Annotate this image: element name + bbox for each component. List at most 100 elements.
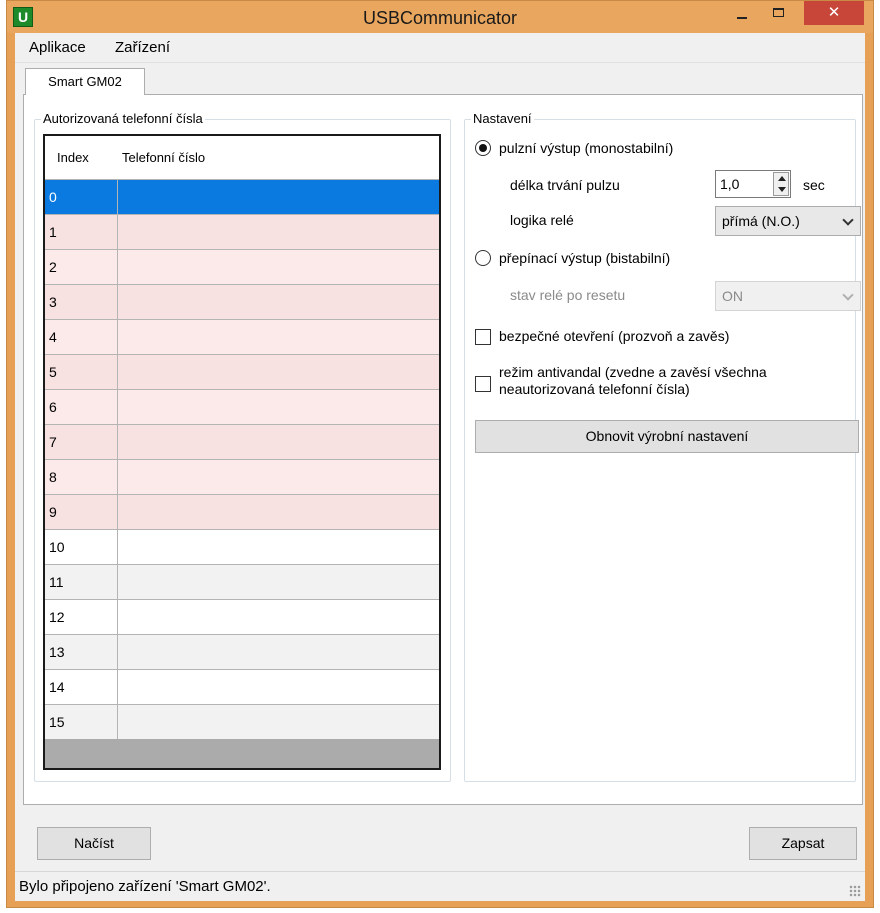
status-bar: Bylo připojeno zařízení 'Smart GM02'. xyxy=(15,871,865,901)
cell-index[interactable]: 2 xyxy=(45,250,118,284)
pulse-output-label[interactable]: pulzní výstup (monostabilní) xyxy=(499,139,673,157)
cell-index[interactable]: 11 xyxy=(45,565,118,599)
cell-phone[interactable] xyxy=(118,565,439,599)
factory-reset-button[interactable]: Obnovit výrobní nastavení xyxy=(475,420,859,453)
relay-logic-label: logika relé xyxy=(510,212,574,228)
cell-phone[interactable] xyxy=(118,600,439,634)
relay-state-label: stav relé po resetu xyxy=(510,287,626,303)
maximize-icon xyxy=(772,8,784,17)
spin-up-icon[interactable] xyxy=(778,176,786,181)
menu-zarizeni[interactable]: Zařízení xyxy=(107,33,178,63)
table-row[interactable]: 6 xyxy=(45,389,439,424)
cell-phone[interactable] xyxy=(118,320,439,354)
cell-phone[interactable] xyxy=(118,215,439,249)
cell-phone[interactable] xyxy=(118,495,439,529)
table-row[interactable]: 15 xyxy=(45,704,439,739)
spinner-arrows[interactable] xyxy=(773,172,789,196)
antivandal-checkbox[interactable] xyxy=(475,376,491,392)
tab-smart-gm02[interactable]: Smart GM02 xyxy=(25,68,145,95)
cell-phone[interactable] xyxy=(118,670,439,704)
cell-index[interactable]: 13 xyxy=(45,635,118,669)
cell-index[interactable]: 8 xyxy=(45,460,118,494)
spin-down-icon[interactable] xyxy=(778,187,786,192)
cell-index[interactable]: 5 xyxy=(45,355,118,389)
cell-phone[interactable] xyxy=(118,180,439,214)
cell-index[interactable]: 4 xyxy=(45,320,118,354)
table-row[interactable]: 10 xyxy=(45,529,439,564)
cell-phone[interactable] xyxy=(118,705,439,739)
cell-index[interactable]: 12 xyxy=(45,600,118,634)
cell-index[interactable]: 9 xyxy=(45,495,118,529)
table-row[interactable]: 5 xyxy=(45,354,439,389)
status-text: Bylo připojeno zařízení 'Smart GM02'. xyxy=(19,878,271,895)
app-window: U USBCommunicator ✕ Aplikace Zařízení Sm… xyxy=(6,0,874,908)
close-icon: ✕ xyxy=(827,4,841,21)
resize-grip-icon[interactable] xyxy=(849,885,861,897)
client-area: Aplikace Zařízení Smart GM02 Autorizovan… xyxy=(15,33,865,901)
numbers-group-title: Autorizovaná telefonní čísla xyxy=(41,111,205,127)
cell-index[interactable]: 3 xyxy=(45,285,118,319)
cell-index[interactable]: 6 xyxy=(45,390,118,424)
antivandal-label-line2[interactable]: neautorizovaná telefonní čísla) xyxy=(499,380,690,398)
phone-numbers-grid[interactable]: Index Telefonní číslo 0 1 2 3 4 5 6 7 8 9 10 11 12 13… xyxy=(43,134,441,770)
column-header-phone[interactable]: Telefonní číslo xyxy=(118,136,439,179)
cell-phone[interactable] xyxy=(118,355,439,389)
table-row[interactable]: 7 xyxy=(45,424,439,459)
safe-open-checkbox[interactable] xyxy=(475,329,491,345)
pulse-length-value[interactable]: 1,0 xyxy=(720,171,739,197)
cell-index[interactable]: 14 xyxy=(45,670,118,704)
table-row[interactable]: 11 xyxy=(45,564,439,599)
write-button[interactable]: Zapsat xyxy=(749,827,857,860)
maximize-button[interactable] xyxy=(760,1,796,25)
table-row[interactable]: 13 xyxy=(45,634,439,669)
grid-body: 0 1 2 3 4 5 6 7 8 9 10 11 12 13 14 15 xyxy=(45,179,439,739)
cell-index[interactable]: 1 xyxy=(45,215,118,249)
numbers-groupbox: Autorizovaná telefonní čísla Index Telef… xyxy=(34,111,451,782)
relay-logic-select[interactable]: přímá (N.O.) xyxy=(715,206,861,236)
table-row[interactable]: 1 xyxy=(45,214,439,249)
chevron-down-icon xyxy=(842,289,854,301)
column-header-index[interactable]: Index xyxy=(45,136,118,179)
cell-index[interactable]: 0 xyxy=(45,180,118,214)
pulse-length-spinner[interactable]: 1,0 xyxy=(715,170,791,198)
cell-phone[interactable] xyxy=(118,250,439,284)
load-button[interactable]: Načíst xyxy=(37,827,151,860)
cell-index[interactable]: 10 xyxy=(45,530,118,564)
relay-state-select[interactable]: ON xyxy=(715,281,861,311)
cell-index[interactable]: 15 xyxy=(45,705,118,739)
cell-phone[interactable] xyxy=(118,285,439,319)
table-row[interactable]: 2 xyxy=(45,249,439,284)
table-row[interactable]: 0 xyxy=(45,179,439,214)
grid-header: Index Telefonní číslo xyxy=(45,136,439,179)
cell-phone[interactable] xyxy=(118,460,439,494)
table-row[interactable]: 12 xyxy=(45,599,439,634)
table-row[interactable]: 3 xyxy=(45,284,439,319)
menu-aplikace[interactable]: Aplikace xyxy=(21,33,94,63)
pulse-output-radio[interactable] xyxy=(475,140,491,156)
pulse-length-unit: sec xyxy=(803,177,825,193)
settings-groupbox: Nastavení pulzní výstup (monostabilní) d… xyxy=(464,111,861,782)
antivandal-label-line1[interactable]: režim antivandal (zvedne a zavěsí všechn… xyxy=(499,363,767,381)
cell-phone[interactable] xyxy=(118,425,439,459)
close-button[interactable]: ✕ xyxy=(804,1,864,25)
relay-state-value: ON xyxy=(722,288,743,304)
menu-bar: Aplikace Zařízení xyxy=(15,33,865,63)
table-row[interactable]: 9 xyxy=(45,494,439,529)
cell-phone[interactable] xyxy=(118,530,439,564)
toggle-output-label[interactable]: přepínací výstup (bistabilní) xyxy=(499,249,670,267)
pulse-length-label: délka trvání pulzu xyxy=(510,177,620,193)
cell-index[interactable]: 7 xyxy=(45,425,118,459)
table-row[interactable]: 8 xyxy=(45,459,439,494)
table-row[interactable]: 14 xyxy=(45,669,439,704)
safe-open-label[interactable]: bezpečné otevření (prozvoň a zavěs) xyxy=(499,327,729,345)
title-bar[interactable]: U USBCommunicator ✕ xyxy=(7,1,873,33)
minimize-icon xyxy=(737,17,747,19)
settings-group-title: Nastavení xyxy=(471,111,534,127)
relay-logic-value: přímá (N.O.) xyxy=(722,213,800,229)
table-row[interactable]: 4 xyxy=(45,319,439,354)
cell-phone[interactable] xyxy=(118,635,439,669)
toggle-output-radio[interactable] xyxy=(475,250,491,266)
minimize-button[interactable] xyxy=(724,1,760,25)
cell-phone[interactable] xyxy=(118,390,439,424)
tab-panel: Autorizovaná telefonní čísla Index Telef… xyxy=(23,94,863,805)
